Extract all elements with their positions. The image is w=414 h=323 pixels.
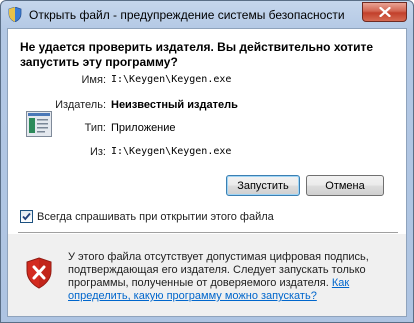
always-ask-checkbox[interactable]: [20, 210, 33, 223]
red-shield-x-icon: [26, 257, 52, 289]
application-window-icon: [26, 111, 52, 137]
cancel-button[interactable]: Отмена: [306, 175, 384, 196]
from-label: Из:: [89, 146, 106, 158]
name-value: I:\Keygen\Keygen.exe: [111, 74, 232, 85]
dialog-headline: Не удается проверить издателя. Вы действ…: [20, 40, 374, 69]
security-shield-icon: [8, 7, 22, 22]
window-title: Открыть файл - предупреждение системы бе…: [29, 8, 345, 22]
dialog-content-area: Не удается проверить издателя. Вы действ…: [8, 29, 406, 234]
name-label: Имя:: [81, 74, 106, 86]
warning-message: У этого файла отсутствует допустимая циф…: [68, 251, 398, 303]
always-ask-label[interactable]: Всегда спрашивать при открытии этого фай…: [37, 211, 274, 223]
publisher-value: Неизвестный издатель: [111, 99, 238, 111]
security-warning-dialog: Открыть файл - предупреждение системы бе…: [0, 0, 414, 323]
type-value: Приложение: [111, 122, 176, 134]
publisher-label: Издатель:: [55, 99, 106, 111]
always-ask-checkbox-row[interactable]: Всегда спрашивать при открытии этого фай…: [20, 210, 274, 223]
section-divider: [18, 232, 398, 234]
warning-text: У этого файла отсутствует допустимая циф…: [68, 251, 369, 289]
checkmark-icon: [22, 212, 31, 221]
close-button[interactable]: [362, 2, 407, 22]
title-bar[interactable]: Открыть файл - предупреждение системы бе…: [1, 1, 413, 29]
from-value: I:\Keygen\Keygen.exe: [111, 146, 232, 157]
close-icon: [378, 7, 391, 17]
run-button[interactable]: Запустить: [226, 175, 300, 196]
dialog-body: Не удается проверить издателя. Вы действ…: [7, 28, 407, 317]
type-label: Тип:: [84, 122, 106, 134]
